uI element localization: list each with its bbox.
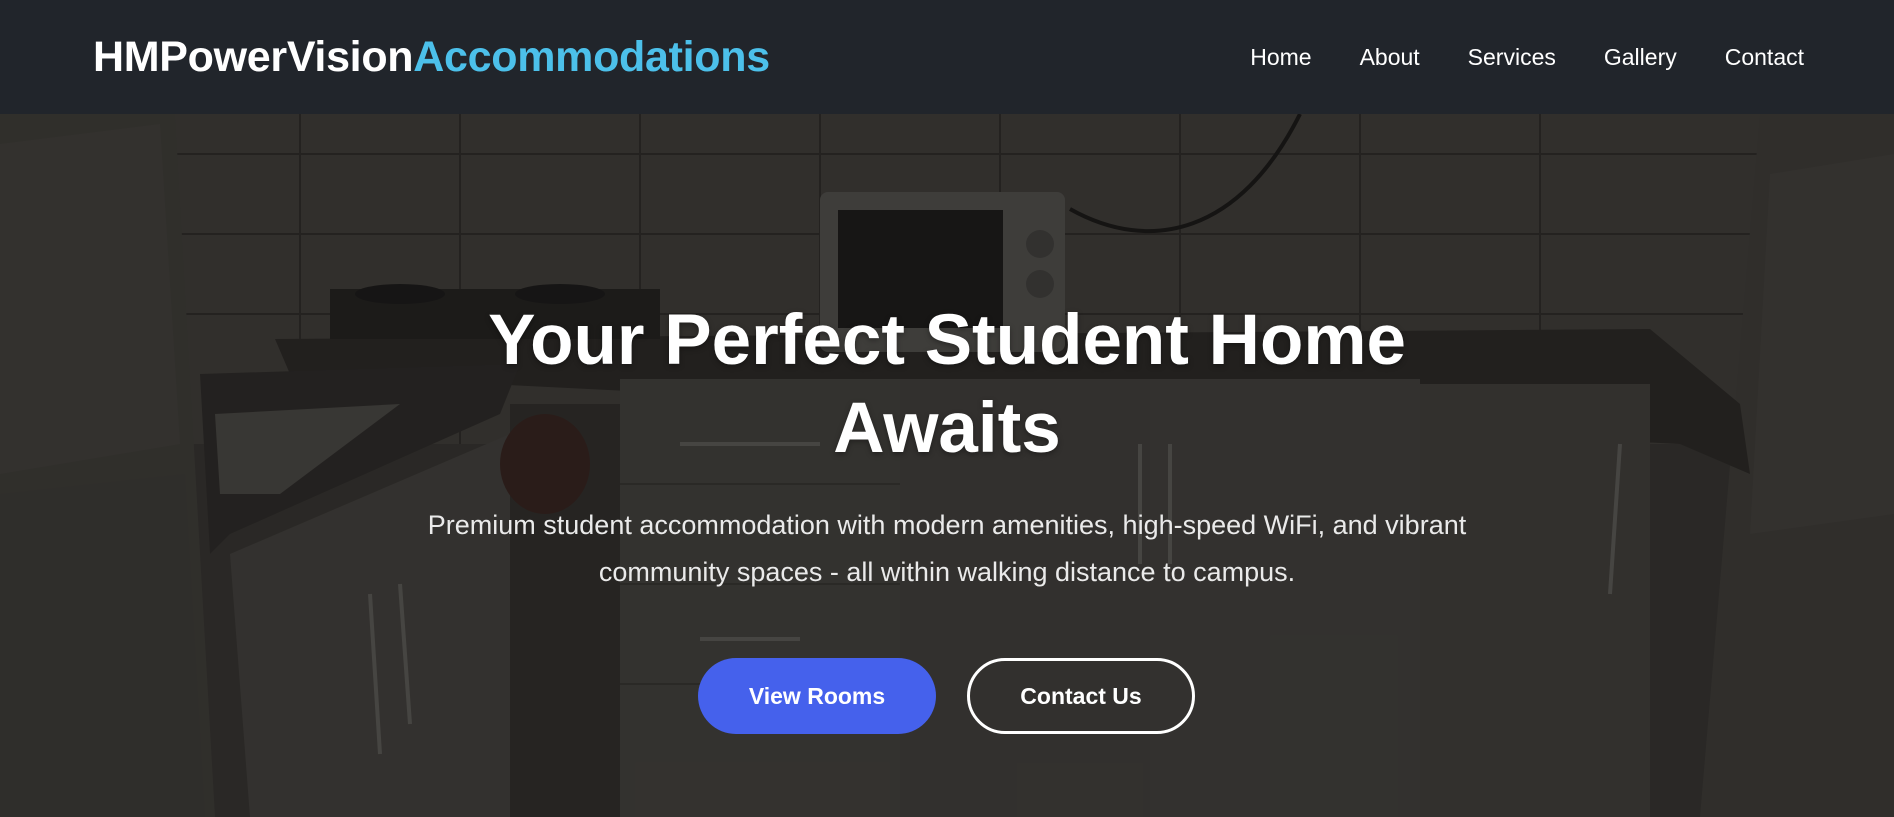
brand-name-part1: HMPowerVision <box>93 32 414 81</box>
nav-link-about[interactable]: About <box>1360 44 1420 71</box>
brand-logo[interactable]: HMPowerVisionAccommodations <box>93 33 770 82</box>
hero-content: Your Perfect Student Home Awaits Premium… <box>0 114 1894 817</box>
nav-link-services[interactable]: Services <box>1468 44 1556 71</box>
hero-title: Your Perfect Student Home Awaits <box>488 301 1406 468</box>
hero-section: Your Perfect Student Home Awaits Premium… <box>0 114 1894 817</box>
site-header: HMPowerVisionAccommodations Home About S… <box>0 0 1894 114</box>
hero-subtitle: Premium student accommodation with moder… <box>427 510 1467 587</box>
brand-name-part2: Accommodations <box>413 32 770 81</box>
nav-link-home[interactable]: Home <box>1250 44 1311 71</box>
nav-link-contact[interactable]: Contact <box>1725 44 1804 71</box>
view-rooms-button[interactable]: View Rooms <box>698 658 936 734</box>
nav-link-gallery[interactable]: Gallery <box>1604 44 1677 71</box>
contact-us-button[interactable]: Contact Us <box>967 658 1195 734</box>
main-nav: Home About Services Gallery Contact <box>1202 44 1804 71</box>
